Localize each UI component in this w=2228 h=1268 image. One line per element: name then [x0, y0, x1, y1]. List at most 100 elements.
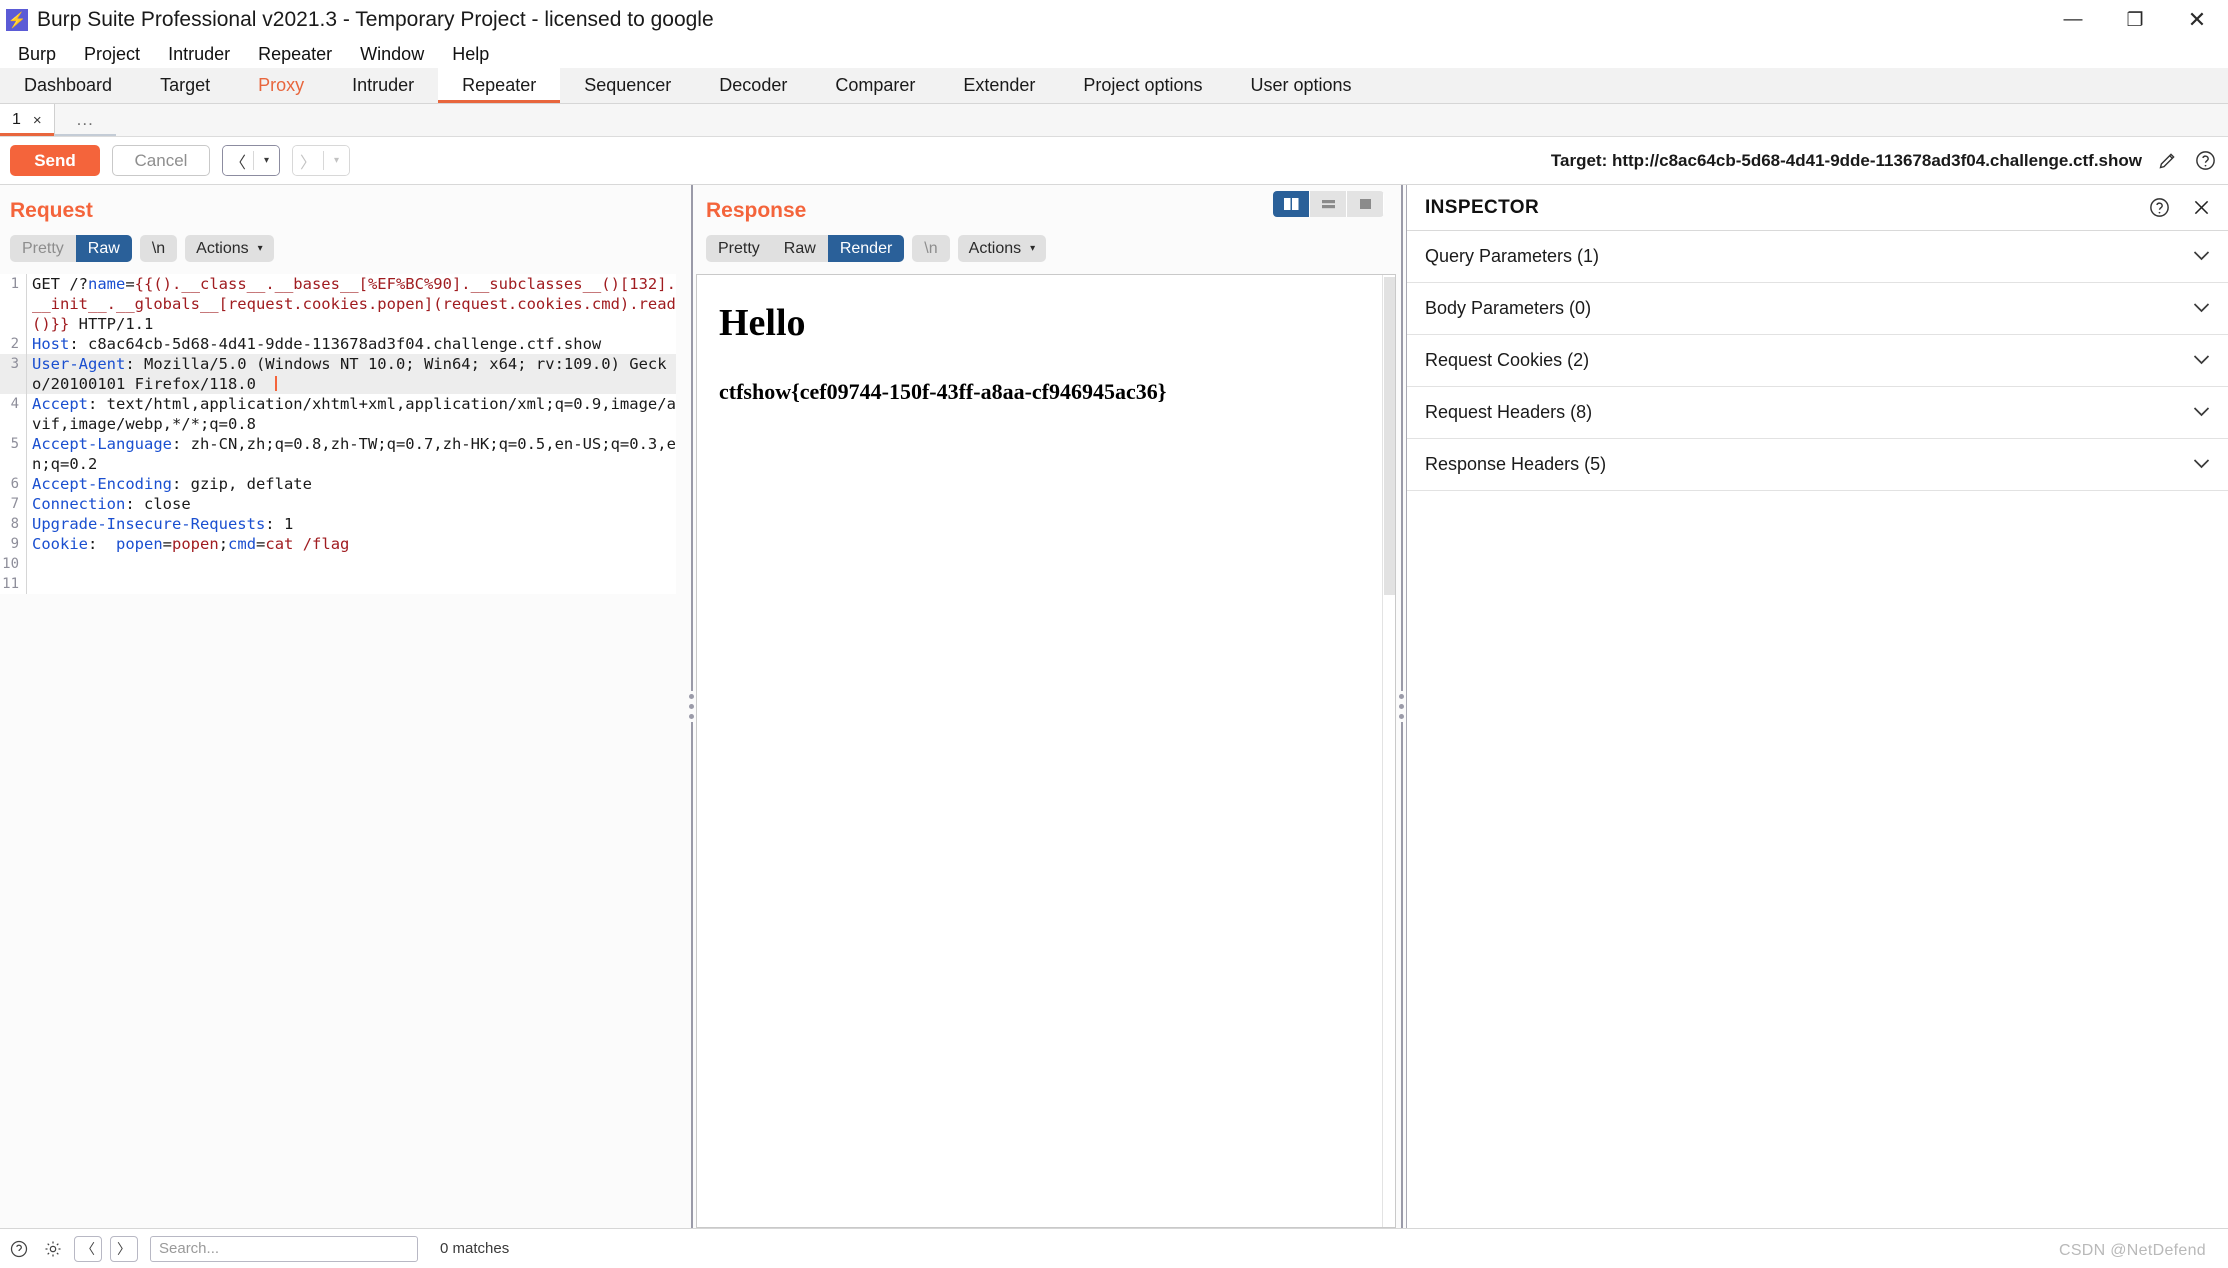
- close-button[interactable]: ✕: [2166, 0, 2228, 40]
- menu-item-project[interactable]: Project: [70, 40, 154, 68]
- inspector-section-label: Body Parameters (0): [1425, 298, 1592, 318]
- tab-intruder[interactable]: Intruder: [328, 68, 438, 103]
- cancel-button[interactable]: Cancel: [112, 145, 210, 176]
- chevron-down-icon[interactable]: [2193, 404, 2210, 421]
- search-prev-button[interactable]: 〈: [74, 1235, 102, 1262]
- tab-project-options[interactable]: Project options: [1059, 68, 1226, 103]
- menu-item-burp[interactable]: Burp: [4, 40, 70, 68]
- inspector-section-3[interactable]: Request Headers (8): [1407, 387, 2228, 439]
- search-input[interactable]: Search...: [150, 1235, 418, 1262]
- request-editor-wrap: 1 GET /?name={{().__class__.__bases__[%EF…: [0, 274, 686, 1228]
- window-title: Burp Suite Professional v2021.3 - Tempor…: [37, 8, 714, 31]
- inspector-section-0[interactable]: Query Parameters (1): [1407, 231, 2228, 283]
- line-number: 7: [10, 496, 19, 512]
- target-area: Target: http://c8ac64cb-5d68-4d41-9dde-1…: [1551, 148, 2218, 174]
- response-view-toggle[interactable]: Pretty Raw Render: [706, 235, 905, 262]
- inspector-section-4[interactable]: Response Headers (5): [1407, 439, 2228, 491]
- add-repeater-tab-button[interactable]: ...: [54, 104, 117, 136]
- response-vertical-scrollbar[interactable]: [1382, 275, 1395, 1227]
- tab-user-options[interactable]: User options: [1227, 68, 1376, 103]
- request-line-text[interactable]: Accept: text/html,application/xhtml+xml,…: [26, 394, 676, 434]
- request-line-text[interactable]: Accept-Encoding: gzip, deflate: [26, 474, 676, 494]
- tab-target[interactable]: Target: [136, 68, 234, 103]
- code-token: ;: [218, 535, 229, 553]
- pencil-icon[interactable]: [2154, 148, 2180, 174]
- chevron-right-icon: 〉: [293, 146, 323, 175]
- chevron-down-icon[interactable]: [2193, 352, 2210, 369]
- request-line-text[interactable]: GET /?name={{().__class__.__bases__[%EF%…: [26, 274, 676, 334]
- request-code-line: 10: [0, 554, 676, 574]
- tab-repeater[interactable]: Repeater: [438, 68, 561, 103]
- code-token: popen: [172, 535, 219, 553]
- repeater-tab-1[interactable]: 1 ×: [0, 104, 55, 136]
- request-line-text[interactable]: Accept-Language: zh-CN,zh;q=0.8,zh-TW;q=…: [26, 434, 676, 474]
- request-line-text[interactable]: Upgrade-Insecure-Requests: 1: [26, 514, 676, 534]
- response-view-raw[interactable]: Raw: [772, 235, 828, 262]
- stacked-layout-button[interactable]: [1310, 191, 1347, 217]
- inspector-section-2[interactable]: Request Cookies (2): [1407, 335, 2228, 387]
- response-actions-button[interactable]: Actions ▾: [957, 235, 1047, 262]
- request-line-text[interactable]: Host: c8ac64cb-5d68-4d41-9dde-113678ad3f…: [26, 334, 676, 354]
- response-inspector-splitter[interactable]: [1396, 185, 1406, 1228]
- maximize-button[interactable]: ❐: [2104, 0, 2166, 40]
- code-token: =: [256, 535, 266, 553]
- workspace: Request Pretty Raw \n Actions ▾ 1 GET /?…: [0, 185, 2228, 1228]
- inspector-section-1[interactable]: Body Parameters (0): [1407, 283, 2228, 335]
- request-line-text[interactable]: Cookie: popen=popen;cmd=cat /flag: [26, 534, 676, 554]
- response-render-view: Hello ctfshow{cef09744-150f-43ff-a8aa-cf…: [696, 274, 1396, 1228]
- tab-dashboard[interactable]: Dashboard: [0, 68, 136, 103]
- send-button[interactable]: Send: [10, 145, 100, 176]
- close-icon[interactable]: ×: [33, 112, 42, 129]
- request-view-pretty[interactable]: Pretty: [10, 235, 76, 262]
- menu-item-window[interactable]: Window: [346, 40, 438, 68]
- request-view-toggle[interactable]: Pretty Raw: [10, 235, 132, 262]
- help-balloon-icon[interactable]: [6, 1236, 32, 1262]
- question-circle-icon[interactable]: [2146, 195, 2172, 221]
- search-matches-label: 0 matches: [440, 1240, 510, 1257]
- request-line-text[interactable]: [26, 574, 676, 594]
- forward-history-button[interactable]: 〉 ▾: [292, 145, 350, 176]
- request-code-line: 9 Cookie: popen=popen;cmd=cat /flag: [0, 534, 676, 554]
- single-pane-layout-button[interactable]: [1347, 191, 1384, 217]
- chevron-down-icon[interactable]: ▾: [324, 146, 349, 175]
- menu-bar: Burp Project Intruder Repeater Window He…: [0, 40, 2228, 68]
- chevron-down-icon[interactable]: ▾: [254, 146, 279, 175]
- tab-sequencer[interactable]: Sequencer: [560, 68, 695, 103]
- tab-comparer[interactable]: Comparer: [811, 68, 939, 103]
- response-view-render[interactable]: Render: [827, 235, 905, 262]
- request-view-raw[interactable]: Raw: [75, 235, 132, 262]
- menu-item-repeater[interactable]: Repeater: [244, 40, 346, 68]
- request-code-line: 5 Accept-Language: zh-CN,zh;q=0.8,zh-TW;q…: [0, 434, 676, 474]
- request-line-text[interactable]: [26, 554, 676, 574]
- request-response-splitter[interactable]: [686, 185, 696, 1228]
- menu-item-intruder[interactable]: Intruder: [154, 40, 244, 68]
- tab-decoder[interactable]: Decoder: [695, 68, 811, 103]
- request-line-text[interactable]: User-Agent: Mozilla/5.0 (Windows NT 10.0…: [26, 354, 676, 394]
- line-number: 10: [2, 556, 19, 572]
- chevron-down-icon[interactable]: [2193, 300, 2210, 317]
- main-tab-bar: Dashboard Target Proxy Intruder Repeater…: [0, 68, 2228, 104]
- gear-icon[interactable]: [40, 1236, 66, 1262]
- response-view-pretty[interactable]: Pretty: [706, 235, 772, 262]
- response-newline-toggle[interactable]: \n: [912, 235, 950, 262]
- request-line-text[interactable]: Connection: close: [26, 494, 676, 514]
- chevron-down-icon[interactable]: [2193, 456, 2210, 473]
- menu-item-help[interactable]: Help: [438, 40, 503, 68]
- inspector-section-label: Response Headers (5): [1425, 454, 1607, 474]
- side-by-side-layout-button[interactable]: [1273, 191, 1310, 217]
- scrollbar-thumb[interactable]: [1384, 277, 1395, 595]
- close-icon[interactable]: [2188, 195, 2214, 221]
- chevron-down-icon[interactable]: [2193, 248, 2210, 265]
- request-actions-button[interactable]: Actions ▾: [185, 235, 274, 262]
- request-editor[interactable]: 1 GET /?name={{().__class__.__bases__[%EF…: [0, 274, 676, 594]
- request-newline-toggle[interactable]: \n: [139, 235, 178, 262]
- question-circle-icon[interactable]: [2192, 148, 2218, 174]
- minimize-button[interactable]: —: [2042, 0, 2104, 40]
- request-code-lines: 1 GET /?name={{().__class__.__bases__[%EF…: [0, 274, 676, 594]
- back-history-button[interactable]: 〈 ▾: [222, 145, 280, 176]
- search-next-button[interactable]: 〉: [110, 1235, 138, 1262]
- code-token: : 1: [265, 515, 294, 533]
- tab-extender[interactable]: Extender: [939, 68, 1059, 103]
- code-token: Accept: [32, 395, 88, 413]
- tab-proxy[interactable]: Proxy: [234, 68, 328, 103]
